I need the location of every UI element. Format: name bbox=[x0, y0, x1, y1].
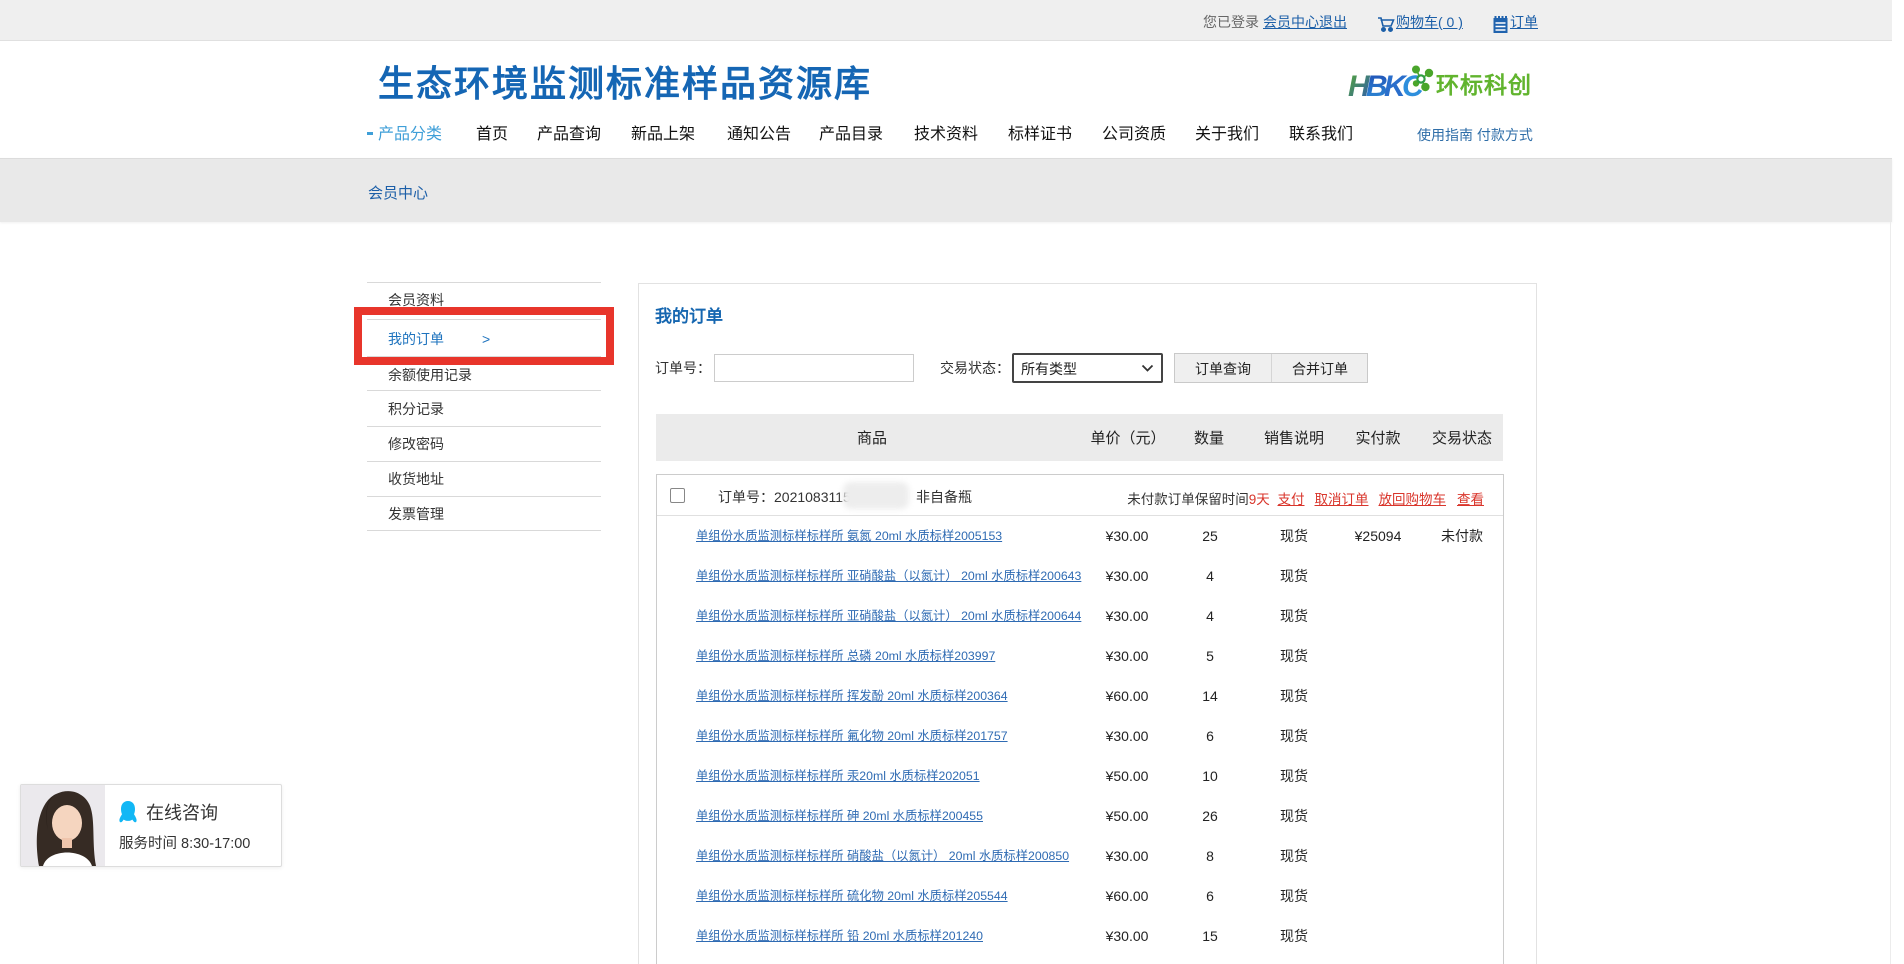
svg-text:环标科创: 环标科创 bbox=[1436, 72, 1532, 98]
